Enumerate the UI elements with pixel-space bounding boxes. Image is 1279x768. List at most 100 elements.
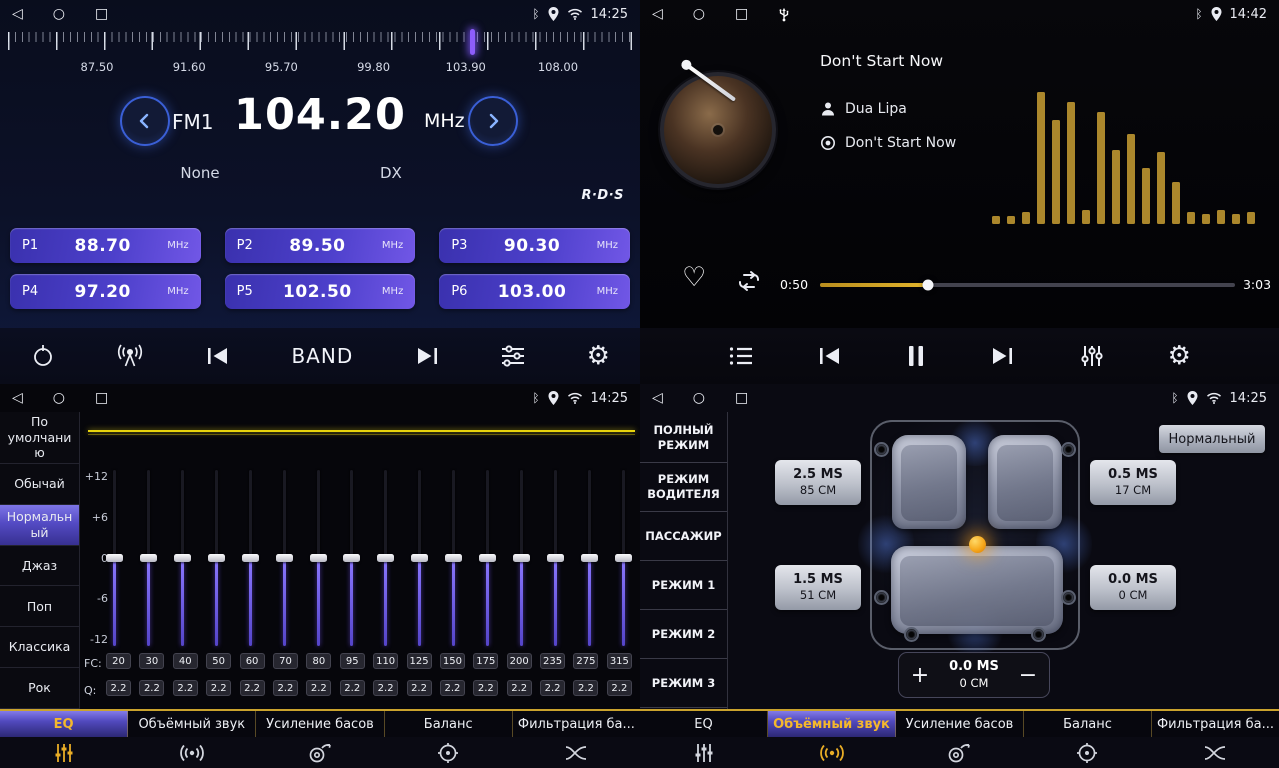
eq-slider[interactable] (343, 470, 360, 646)
settings-gear-icon[interactable]: ⚙ (1168, 343, 1191, 369)
eq-slider-knob[interactable] (140, 554, 157, 562)
home-button[interactable]: ○ (693, 7, 705, 21)
eq-slider-knob[interactable] (377, 554, 394, 562)
broadcast-icon[interactable] (116, 343, 144, 369)
eq-slider[interactable] (208, 470, 225, 646)
eq-slider-knob[interactable] (513, 554, 530, 562)
back-button[interactable]: ◁ (652, 7, 663, 21)
eq-slider-knob[interactable] (310, 554, 327, 562)
eq-slider[interactable] (615, 470, 632, 646)
recents-button[interactable]: □ (95, 391, 108, 405)
eq-slider[interactable] (276, 470, 293, 646)
preset-button[interactable]: P4 97.20 MHz (10, 274, 201, 309)
bass-boost-tab-icon[interactable] (256, 742, 384, 764)
eq-slider-knob[interactable] (615, 554, 632, 562)
eq-slider-knob[interactable] (242, 554, 259, 562)
listening-mode-item[interactable]: РЕЖИМ 2 (640, 610, 727, 659)
listening-mode-item[interactable]: РЕЖИМ 1 (640, 561, 727, 610)
delay-front-right[interactable]: 0.5 MS 17 CM (1090, 460, 1176, 505)
audio-tab[interactable]: EQ (0, 711, 128, 737)
listening-mode-item[interactable]: ПАССАЖИР (640, 512, 727, 561)
eq-slider[interactable] (479, 470, 496, 646)
eq-slider-knob[interactable] (208, 554, 225, 562)
surround-tab-icon[interactable] (768, 742, 896, 764)
eq-slider[interactable] (140, 470, 157, 646)
settings-gear-icon[interactable]: ⚙ (587, 343, 610, 369)
mixer-icon[interactable] (1079, 344, 1105, 368)
favorite-heart-icon[interactable]: ♡ (682, 264, 706, 291)
eq-tab-icon[interactable] (640, 742, 768, 764)
preset-button[interactable]: P3 90.30 MHz (439, 228, 630, 263)
eq-preset-item[interactable]: Нормальный (0, 505, 79, 546)
surround-preset-button[interactable]: Нормальный (1159, 425, 1265, 453)
tuner-scale[interactable] (8, 32, 632, 56)
previous-station-icon[interactable] (205, 345, 231, 367)
repeat-icon[interactable] (736, 270, 762, 292)
back-button[interactable]: ◁ (652, 391, 663, 405)
eq-preset-item[interactable]: Классика (0, 627, 79, 668)
delay-front-left[interactable]: 2.5 MS 85 CM (775, 460, 861, 505)
filter-tab-icon[interactable] (1151, 742, 1279, 764)
eq-slider-knob[interactable] (445, 554, 462, 562)
audio-tab[interactable]: Усиление басов (256, 711, 384, 737)
eq-preset-item[interactable]: Рок (0, 668, 79, 709)
pause-icon[interactable] (906, 344, 926, 368)
eq-slider[interactable] (174, 470, 191, 646)
audio-tab[interactable]: Баланс (385, 711, 513, 737)
tune-down-button[interactable] (120, 96, 170, 146)
equalizer-icon[interactable] (500, 344, 526, 368)
eq-slider-knob[interactable] (343, 554, 360, 562)
progress-knob[interactable] (922, 280, 933, 291)
eq-slider[interactable] (106, 470, 123, 646)
eq-preset-item[interactable]: Обычай (0, 464, 79, 505)
delay-rear-right[interactable]: 0.0 MS 0 CM (1090, 565, 1176, 610)
next-station-icon[interactable] (414, 345, 440, 367)
tune-up-button[interactable] (468, 96, 518, 146)
eq-slider[interactable] (445, 470, 462, 646)
eq-slider-knob[interactable] (581, 554, 598, 562)
delay-increase-button[interactable]: + (899, 653, 941, 697)
back-button[interactable]: ◁ (12, 391, 23, 405)
preset-button[interactable]: P1 88.70 MHz (10, 228, 201, 263)
listening-mode-item[interactable]: ПОЛНЫЙ РЕЖИМ (640, 414, 727, 463)
listening-position-marker[interactable] (969, 536, 986, 553)
eq-preset-item[interactable]: Поп (0, 586, 79, 627)
eq-slider[interactable] (547, 470, 564, 646)
audio-tab[interactable]: EQ (640, 711, 768, 737)
delay-decrease-button[interactable]: − (1007, 653, 1049, 697)
audio-tab[interactable]: Фильтрация ба... (513, 711, 640, 737)
eq-preset-item[interactable]: По умолчанию (0, 412, 79, 464)
recents-button[interactable]: □ (735, 391, 748, 405)
playlist-icon[interactable] (728, 345, 754, 367)
eq-slider[interactable] (310, 470, 327, 646)
tuner-indicator[interactable] (470, 29, 475, 55)
eq-slider[interactable] (581, 470, 598, 646)
surround-tab-icon[interactable] (128, 742, 256, 764)
previous-track-icon[interactable] (817, 345, 843, 367)
eq-tab-icon[interactable] (0, 742, 128, 764)
preset-button[interactable]: P2 89.50 MHz (225, 228, 416, 263)
eq-slider[interactable] (242, 470, 259, 646)
audio-tab[interactable]: Объёмный звук (768, 711, 896, 737)
eq-preset-item[interactable]: Джаз (0, 546, 79, 587)
eq-slider-knob[interactable] (106, 554, 123, 562)
balance-tab-icon[interactable] (384, 742, 512, 764)
home-button[interactable]: ○ (53, 391, 65, 405)
eq-slider-knob[interactable] (174, 554, 191, 562)
scan-icon[interactable] (30, 343, 56, 369)
eq-slider[interactable] (377, 470, 394, 646)
eq-slider-knob[interactable] (411, 554, 428, 562)
preset-button[interactable]: P6 103.00 MHz (439, 274, 630, 309)
preset-button[interactable]: P5 102.50 MHz (225, 274, 416, 309)
seek-bar[interactable] (820, 283, 1235, 287)
next-track-icon[interactable] (989, 345, 1015, 367)
balance-tab-icon[interactable] (1023, 742, 1151, 764)
recents-button[interactable]: □ (735, 7, 748, 21)
eq-slider-knob[interactable] (479, 554, 496, 562)
audio-tab[interactable]: Баланс (1024, 711, 1152, 737)
home-button[interactable]: ○ (53, 7, 65, 21)
filter-tab-icon[interactable] (512, 742, 640, 764)
eq-slider[interactable] (513, 470, 530, 646)
audio-tab[interactable]: Усиление басов (896, 711, 1024, 737)
audio-tab[interactable]: Фильтрация ба... (1152, 711, 1279, 737)
